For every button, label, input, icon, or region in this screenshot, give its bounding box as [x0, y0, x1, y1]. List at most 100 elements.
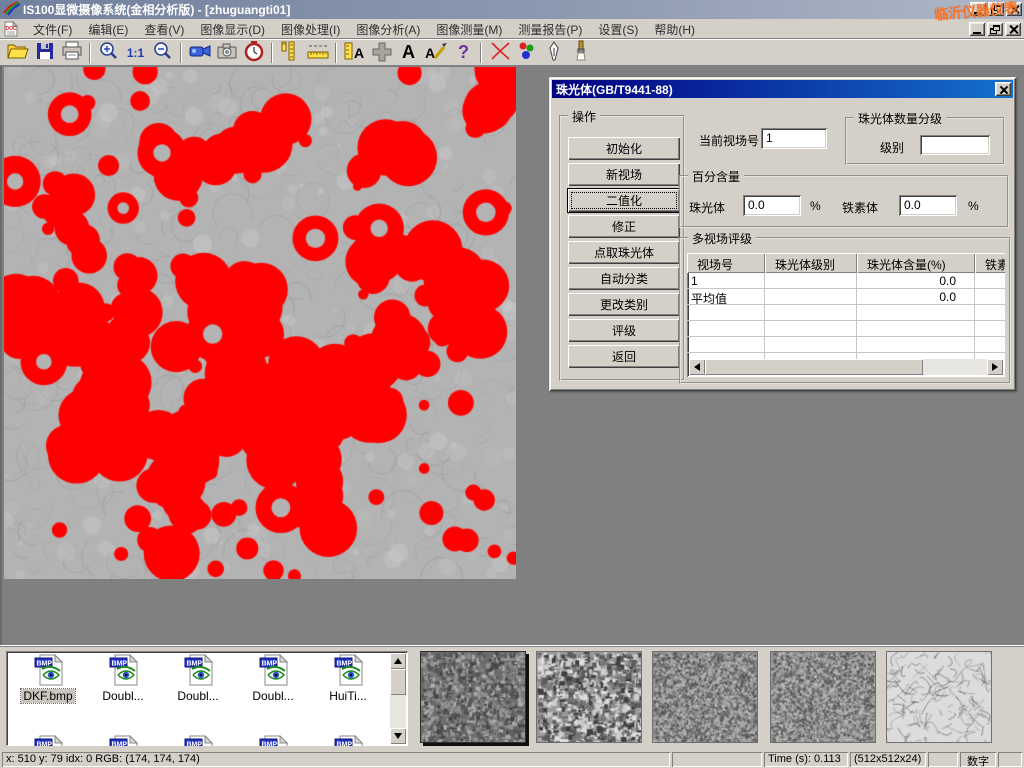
mdi-restore-button[interactable]	[987, 22, 1003, 36]
minimize-button[interactable]	[970, 2, 986, 16]
scroll-right-button[interactable]	[987, 359, 1003, 375]
measure-text-button[interactable]: A	[341, 41, 368, 64]
camera-button[interactable]	[213, 41, 240, 64]
table-row[interactable]	[687, 321, 1005, 337]
restore-button[interactable]	[988, 2, 1004, 16]
menu-item-2[interactable]: 编辑(E)	[80, 19, 136, 40]
pearlite-percent-input[interactable]: 0.0	[743, 195, 801, 216]
thumbnail-1[interactable]	[420, 651, 526, 743]
op-button-1[interactable]: 初始化	[568, 137, 680, 160]
op-button-6[interactable]: 自动分类	[568, 267, 680, 290]
thumbnail-4-image[interactable]	[770, 651, 876, 743]
table-row[interactable]	[687, 305, 1005, 321]
actual-size-icon: 1:1	[127, 46, 144, 60]
multifield-table: 视场号珠光体级别珠光体含量(%)铁素体 10.0平均值0.0	[687, 253, 1005, 377]
level-input[interactable]	[920, 135, 990, 155]
scroll-up-button[interactable]	[390, 653, 406, 669]
print-button[interactable]	[58, 41, 85, 64]
op-button-9[interactable]: 返回	[568, 345, 680, 368]
scroll-down-button[interactable]	[390, 728, 406, 744]
op-button-4[interactable]: 修正	[568, 215, 680, 238]
file-item-3[interactable]: BMPDoubl...	[162, 654, 234, 703]
mdi-minimize-button[interactable]	[969, 22, 985, 36]
thumbnail-5[interactable]	[886, 651, 992, 743]
menu-item-7[interactable]: 图像测量(M)	[428, 19, 510, 40]
file-item-4[interactable]: BMPDoubl...	[237, 654, 309, 703]
op-button-7[interactable]: 更改类别	[568, 293, 680, 316]
thumbnail-5-image[interactable]	[886, 651, 992, 743]
scroll-left-button[interactable]	[689, 359, 705, 375]
menu-item-3[interactable]: 查看(V)	[136, 19, 192, 40]
file-item-2[interactable]: BMPDoubl...	[87, 654, 159, 703]
menu-item-8[interactable]: 测量报告(P)	[510, 19, 590, 40]
table-column-header-1[interactable]: 视场号	[687, 253, 765, 273]
op-button-8[interactable]: 评级	[568, 319, 680, 342]
table-hscrollbar[interactable]	[689, 359, 1003, 375]
thumbnail-3-image[interactable]	[652, 651, 758, 743]
table-column-header-4[interactable]: 铁素体	[975, 253, 1005, 273]
status-bar: x: 510 y: 79 idx: 0 RGB: (174, 174, 174)…	[0, 750, 1024, 768]
color-dots-button[interactable]	[513, 41, 540, 64]
thumbnail-3[interactable]	[652, 651, 758, 743]
video-camera-button[interactable]	[186, 41, 213, 64]
ferrite-percent-input[interactable]: 0.0	[899, 195, 957, 216]
table-column-header-3[interactable]: 珠光体含量(%)	[857, 253, 975, 273]
file-item-row2-5[interactable]: BMP	[312, 735, 384, 746]
zoom-in-button[interactable]	[95, 41, 122, 64]
menu-item-5[interactable]: 图像处理(I)	[273, 19, 348, 40]
filelist-vscrollbar[interactable]	[390, 653, 406, 744]
document-icon[interactable]: DOC	[3, 21, 21, 37]
menu-item-9[interactable]: 设置(S)	[590, 19, 646, 40]
file-item-row2-1[interactable]: BMP	[12, 735, 84, 746]
pen-button[interactable]	[540, 41, 567, 64]
merge-cross-button[interactable]	[368, 41, 395, 64]
brush-button[interactable]	[567, 41, 594, 64]
table-row[interactable]	[687, 337, 1005, 353]
hscroll-thumb[interactable]	[705, 359, 923, 375]
file-item-1[interactable]: BMPDKF.bmp	[12, 654, 84, 703]
timer-button[interactable]	[240, 41, 267, 64]
table-row[interactable]: 10.0	[687, 273, 1005, 289]
merge-cross-icon	[370, 40, 394, 65]
title-bar[interactable]: IS100显微摄像系统(金相分析版) - [zhuguangti01]	[0, 0, 1024, 19]
ruler-button[interactable]	[304, 41, 331, 64]
menu-item-4[interactable]: 图像显示(D)	[192, 19, 273, 40]
help-button[interactable]: ?	[449, 41, 476, 64]
op-button-3[interactable]: 二值化	[568, 189, 680, 212]
file-item-row2-3[interactable]: BMP	[162, 735, 234, 746]
save-button[interactable]	[31, 41, 58, 64]
mdi-close-button[interactable]	[1005, 22, 1021, 36]
file-item-5[interactable]: BMPHuiTi...	[312, 654, 384, 703]
thumbnail-2-image[interactable]	[536, 651, 642, 743]
current-field-input[interactable]: 1	[761, 128, 827, 149]
menu-item-10[interactable]: 帮助(H)	[646, 19, 703, 40]
file-item-row2-2[interactable]: BMP	[87, 735, 159, 746]
dialog-close-button[interactable]	[995, 82, 1011, 96]
annotate-button[interactable]: A	[422, 41, 449, 64]
thumbnail-2[interactable]	[536, 651, 642, 743]
open-folder-button[interactable]	[4, 41, 31, 64]
menu-item-6[interactable]: 图像分析(A)	[348, 19, 428, 40]
zoom-out-button[interactable]	[149, 41, 176, 64]
table-row[interactable]: 平均值0.0	[687, 289, 1005, 305]
status-spacer-2	[928, 752, 958, 767]
table-cell	[975, 289, 1005, 304]
text-button[interactable]: A	[395, 41, 422, 64]
micrograph-image[interactable]	[4, 67, 516, 579]
caliper-button[interactable]	[277, 41, 304, 64]
dialog-title-bar[interactable]: 珠光体(GB/T9441-88)	[552, 80, 1013, 98]
op-button-2[interactable]: 新视场	[568, 163, 680, 186]
curve-cross-button[interactable]	[486, 41, 513, 64]
close-button[interactable]	[1006, 2, 1022, 16]
actual-size-button[interactable]: 1:1	[122, 41, 149, 64]
table-column-header-2[interactable]: 珠光体级别	[765, 253, 857, 273]
thumbnail-4[interactable]	[770, 651, 876, 743]
thumbnail-1-image[interactable]	[420, 651, 526, 743]
vscroll-thumb[interactable]	[390, 669, 406, 695]
op-button-5[interactable]: 点取珠光体	[568, 241, 680, 264]
file-item-row2-4[interactable]: BMP	[237, 735, 309, 746]
menu-item-1[interactable]: 文件(F)	[25, 19, 80, 40]
text-icon: A	[397, 40, 421, 65]
grading-group: 珠光体数量分级 级别	[845, 117, 1005, 165]
table-body: 10.0平均值0.0	[687, 273, 1005, 359]
